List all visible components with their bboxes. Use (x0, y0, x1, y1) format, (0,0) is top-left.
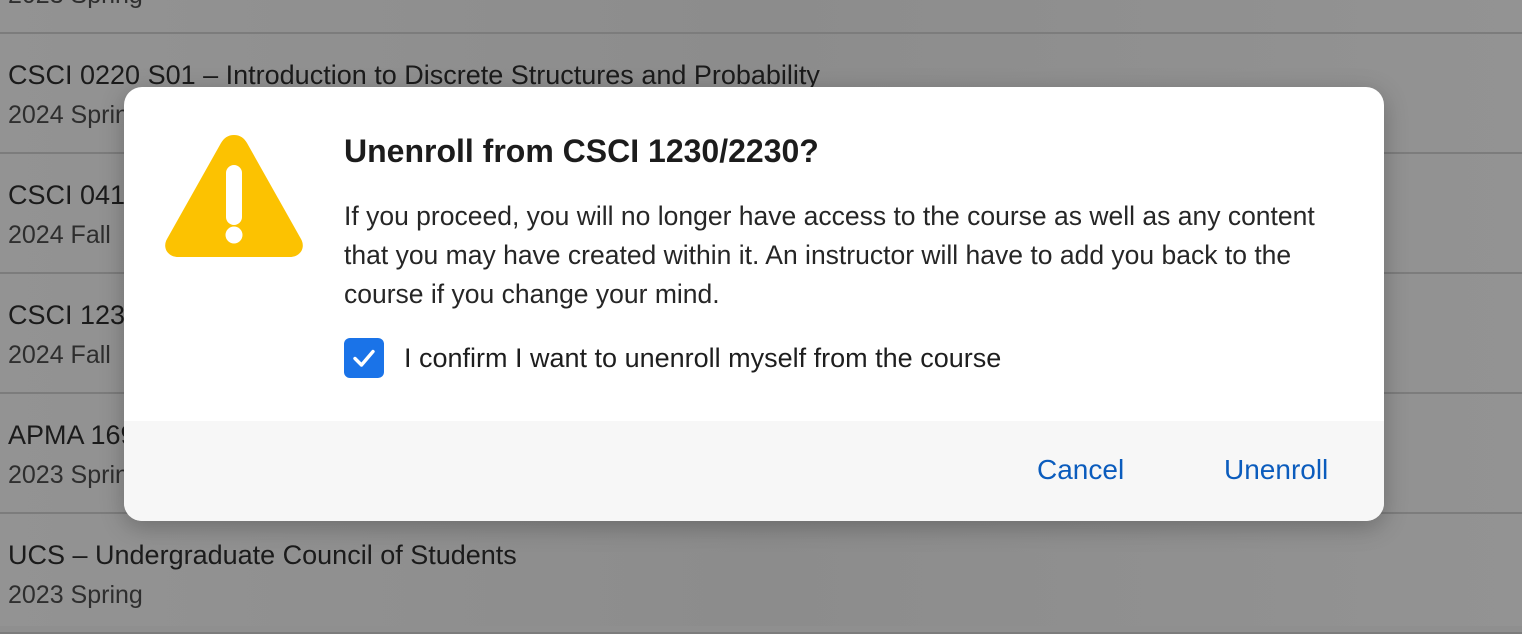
course-title: CSCI 0410 (8, 180, 141, 210)
cancel-button[interactable]: Cancel (1037, 454, 1124, 486)
confirm-label[interactable]: I confirm I want to unenroll myself from… (404, 343, 1001, 374)
course-title: CSCI 1230 (8, 300, 141, 330)
course-title: UCS – Undergraduate Council of Students (8, 540, 517, 570)
confirm-row: I confirm I want to unenroll myself from… (344, 337, 1001, 379)
dialog-message: If you proceed, you will no longer have … (344, 201, 1315, 309)
course-term: 2023 Spring (8, 581, 143, 609)
dialog-title: Unenroll from CSCI 1230/2230? (344, 133, 819, 169)
dialog-footer: Cancel Unenroll (124, 421, 1384, 521)
course-term: 2024 Fall (8, 341, 111, 369)
course-term: 2024 Fall (8, 221, 111, 249)
checkmark-icon (353, 349, 375, 367)
course-term: 2023 Spring (8, 461, 143, 489)
course-term: 2024 Spring (8, 101, 143, 129)
confirm-checkbox[interactable] (344, 338, 384, 378)
list-item[interactable]: 2023 Spring (0, 0, 1522, 34)
list-item[interactable]: UCS – Undergraduate Council of Students … (0, 514, 1522, 634)
warning-triangle-icon (165, 135, 303, 257)
unenroll-button[interactable]: Unenroll (1224, 454, 1328, 486)
course-term: 2023 Spring (8, 0, 143, 10)
unenroll-dialog: Unenroll from CSCI 1230/2230? If you pro… (124, 87, 1384, 521)
